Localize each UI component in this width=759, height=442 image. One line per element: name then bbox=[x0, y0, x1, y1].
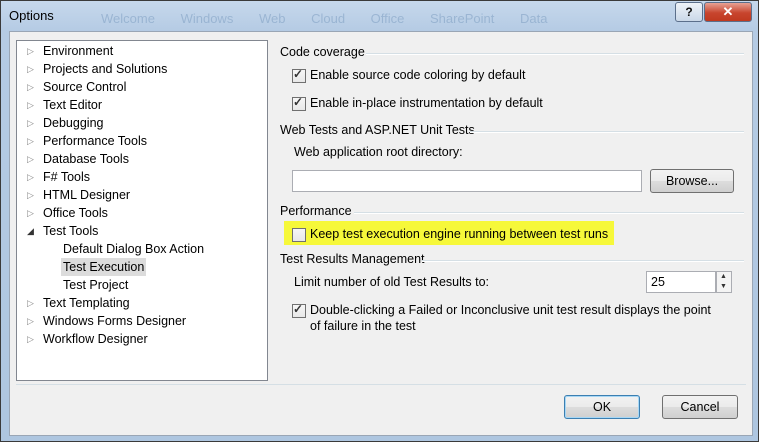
tree-item-label: Default Dialog Box Action bbox=[63, 242, 205, 256]
expand-arrow-icon[interactable]: ▷ bbox=[27, 168, 34, 186]
background-tabs: Welcome Windows Web Cloud Office SharePo… bbox=[101, 11, 569, 26]
source-coloring-label[interactable]: Enable source code coloring by default bbox=[310, 68, 525, 82]
group-divider bbox=[354, 212, 744, 214]
checkmark-icon: ✓ bbox=[293, 302, 304, 316]
expand-arrow-icon[interactable]: ▷ bbox=[27, 186, 34, 204]
performance-heading: Performance bbox=[280, 204, 352, 218]
background-tab: Data bbox=[519, 11, 548, 26]
options-tree[interactable]: ▷ Environment ▷ Projects and Solutions ▷… bbox=[16, 40, 268, 381]
tree-item-label: Database Tools bbox=[43, 152, 129, 166]
tree-item-label: Debugging bbox=[43, 116, 104, 130]
browse-button[interactable]: Browse... bbox=[650, 169, 734, 193]
expand-arrow-icon[interactable]: ▷ bbox=[27, 150, 34, 168]
keep-engine-running-label[interactable]: Keep test execution engine running betwe… bbox=[310, 227, 608, 241]
background-tab: SharePoint bbox=[430, 11, 495, 26]
background-tab: Cloud bbox=[311, 11, 346, 26]
group-divider bbox=[470, 131, 744, 133]
footer-divider bbox=[16, 384, 746, 385]
spin-down-icon[interactable]: ▼ bbox=[720, 283, 727, 290]
inplace-instrumentation-checkbox[interactable]: ✓ bbox=[292, 95, 306, 111]
settings-panel: Code coverage ✓ Enable source code color… bbox=[280, 40, 750, 379]
tree-item-label: HTML Designer bbox=[43, 188, 131, 202]
tree-item-label: Source Control bbox=[43, 80, 127, 94]
web-root-dir-label: Web application root directory: bbox=[294, 145, 463, 159]
group-divider bbox=[422, 260, 744, 262]
tree-item-label: F# Tools bbox=[43, 170, 91, 184]
checkmark-icon: ✓ bbox=[293, 95, 304, 109]
tree-item-label: Windows Forms Designer bbox=[43, 314, 187, 328]
title-bar[interactable]: Options Welcome Windows Web Cloud Office… bbox=[1, 1, 758, 31]
limit-results-input[interactable]: 25 bbox=[646, 271, 716, 293]
web-tests-heading: Web Tests and ASP.NET Unit Tests bbox=[280, 123, 475, 137]
inplace-instrumentation-label[interactable]: Enable in-place instrumentation by defau… bbox=[310, 96, 543, 110]
background-tab: Office bbox=[370, 11, 405, 26]
limit-results-label: Limit number of old Test Results to: bbox=[294, 275, 489, 289]
tree-item-label: Test Tools bbox=[43, 224, 99, 238]
test-results-heading: Test Results Management bbox=[280, 252, 425, 266]
expand-arrow-icon[interactable]: ▷ bbox=[27, 132, 34, 150]
options-dialog: Options Welcome Windows Web Cloud Office… bbox=[0, 0, 759, 442]
background-tab: Web bbox=[258, 11, 286, 26]
doubleclick-failure-checkbox[interactable]: ✓ bbox=[292, 302, 306, 318]
tree-item-label: Workflow Designer bbox=[43, 332, 148, 346]
doubleclick-failure-label[interactable]: Double-clicking a Failed or Inconclusive… bbox=[310, 303, 711, 317]
limit-results-spinner[interactable]: ▲ ▼ bbox=[716, 271, 732, 293]
expand-arrow-icon[interactable]: ▷ bbox=[27, 78, 34, 96]
tree-item-label: Performance Tools bbox=[43, 134, 147, 148]
tree-item-label: Test Execution bbox=[61, 258, 147, 276]
expand-arrow-icon[interactable]: ▷ bbox=[27, 294, 34, 312]
expand-arrow-icon[interactable]: ▷ bbox=[27, 312, 34, 330]
expand-arrow-icon[interactable]: ▷ bbox=[27, 330, 34, 348]
expand-arrow-icon[interactable]: ▷ bbox=[27, 204, 34, 222]
help-button[interactable]: ? bbox=[675, 2, 703, 22]
expand-arrow-icon[interactable]: ▷ bbox=[27, 42, 34, 60]
tree-item-label: Text Editor bbox=[43, 98, 103, 112]
web-root-dir-input[interactable] bbox=[292, 170, 642, 192]
doubleclick-failure-label-continued[interactable]: of failure in the test bbox=[310, 319, 416, 333]
code-coverage-heading: Code coverage bbox=[280, 45, 365, 59]
expand-arrow-icon[interactable]: ▷ bbox=[27, 114, 34, 132]
expand-arrow-icon[interactable]: ▷ bbox=[27, 60, 34, 78]
tree-item-label: Projects and Solutions bbox=[43, 62, 168, 76]
tree-item-label: Text Templating bbox=[43, 296, 130, 310]
keep-engine-running-checkbox[interactable] bbox=[292, 228, 306, 242]
help-icon: ? bbox=[685, 5, 693, 19]
group-divider bbox=[366, 53, 744, 55]
tree-item-label: Environment bbox=[43, 44, 114, 58]
collapse-arrow-icon[interactable]: ◢ bbox=[27, 222, 34, 240]
background-tab: Windows bbox=[180, 11, 234, 26]
tree-item-label: Office Tools bbox=[43, 206, 108, 220]
close-icon: ✕ bbox=[722, 4, 734, 19]
close-button[interactable]: ✕ bbox=[704, 2, 752, 22]
cancel-button[interactable]: Cancel bbox=[662, 395, 738, 419]
window-title: Options bbox=[9, 8, 54, 23]
tree-item-label: Test Project bbox=[63, 278, 129, 292]
source-coloring-checkbox[interactable]: ✓ bbox=[292, 67, 306, 83]
checkmark-icon: ✓ bbox=[293, 67, 304, 81]
ok-button[interactable]: OK bbox=[564, 395, 640, 419]
spin-up-icon[interactable]: ▲ bbox=[720, 273, 727, 280]
dialog-client-area: ▷ Environment ▷ Projects and Solutions ▷… bbox=[9, 31, 753, 436]
background-tab: Welcome bbox=[101, 11, 155, 26]
expand-arrow-icon[interactable]: ▷ bbox=[27, 96, 34, 114]
